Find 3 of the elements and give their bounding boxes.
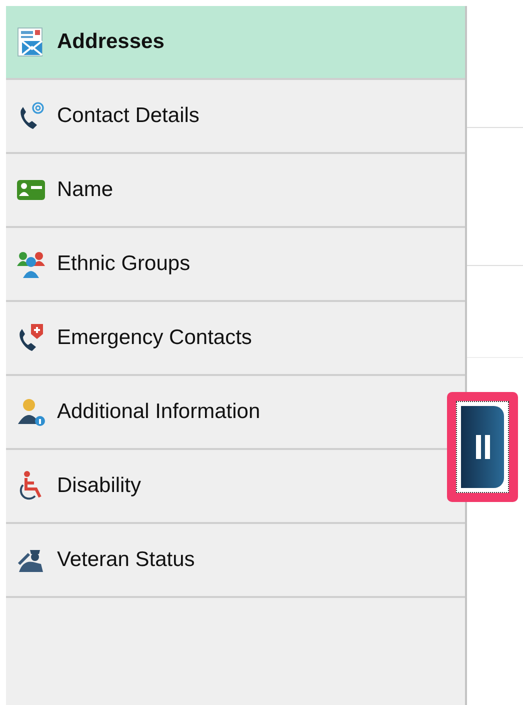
person-info-icon	[15, 396, 47, 428]
pause-bars-icon	[474, 435, 492, 459]
collapse-handle[interactable]	[461, 406, 504, 488]
